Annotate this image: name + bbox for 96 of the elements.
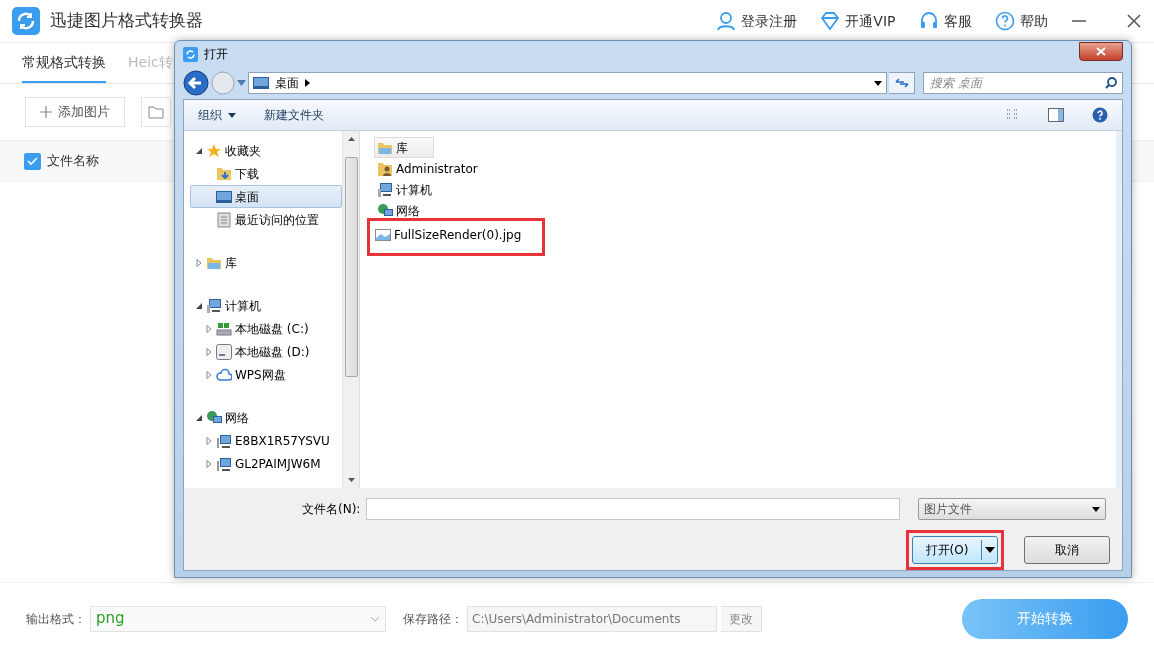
headset-icon	[918, 11, 939, 31]
format-label: 输出格式：	[26, 610, 86, 628]
nav-item[interactable]: 桌面	[190, 185, 342, 208]
folder-icon	[148, 105, 164, 119]
nav-item[interactable]: GL2PAIMJW6M	[190, 452, 342, 475]
close-icon[interactable]	[1126, 13, 1142, 29]
user-icon	[716, 11, 737, 31]
computer-icon	[216, 432, 232, 449]
cancel-button[interactable]: 取消	[1024, 536, 1110, 564]
nav-item[interactable]: E8BX1R57YSVU	[190, 429, 342, 452]
collapsed-arrow-icon[interactable]	[205, 436, 213, 445]
dropdown-icon	[1092, 506, 1101, 512]
open-button[interactable]: 打开(O)	[912, 536, 998, 564]
nav-item[interactable]: 最近访问的位置	[190, 208, 342, 231]
expanded-arrow-icon[interactable]	[195, 146, 203, 155]
chevron-right-icon	[305, 79, 310, 87]
header-link[interactable]: 开通VIP	[820, 10, 896, 32]
nav-item[interactable]: 本地磁盘 (C:)	[190, 317, 342, 340]
help-icon	[994, 11, 1015, 31]
collapsed-arrow-icon[interactable]	[205, 370, 213, 379]
file-item[interactable]: 库	[374, 137, 434, 158]
computer-icon	[377, 181, 393, 198]
nav-item[interactable]: 库	[190, 251, 342, 274]
desktop-icon	[253, 77, 269, 89]
cloud-icon	[216, 366, 232, 383]
file-type-select[interactable]: 图片文件	[918, 498, 1107, 520]
refresh-icon	[894, 77, 909, 89]
caret-icon	[228, 112, 236, 118]
chevron-down-icon	[370, 615, 380, 622]
nav-item[interactable]: 收藏夹	[190, 139, 342, 162]
checkmark-icon	[27, 156, 38, 166]
computer-icon	[216, 455, 232, 472]
tab[interactable]: 常规格式转换	[22, 43, 106, 83]
star-icon	[206, 142, 222, 159]
save-path-label: 保存路径：	[403, 610, 463, 628]
nav-item[interactable]: 本地磁盘 (D:)	[190, 340, 342, 363]
breadcrumb[interactable]: 桌面	[275, 74, 299, 92]
diamond-icon	[820, 11, 841, 31]
expanded-arrow-icon[interactable]	[195, 413, 203, 422]
file-type-value: 图片文件	[924, 501, 973, 518]
dropdown-icon	[981, 537, 997, 563]
close-button[interactable]	[1079, 41, 1123, 61]
desktop-icon	[216, 188, 232, 205]
header-link[interactable]: 客服	[918, 10, 972, 32]
column-header: 文件名称	[47, 152, 99, 171]
plus-icon	[40, 106, 52, 118]
file-item[interactable]: 计算机	[374, 179, 435, 200]
collapsed-arrow-icon[interactable]	[205, 459, 213, 468]
app-logo-icon	[12, 7, 40, 35]
refresh-button[interactable]	[889, 72, 915, 94]
view-icon[interactable]	[1006, 108, 1020, 122]
nav-item[interactable]: 计算机	[190, 294, 342, 317]
header-link[interactable]: 帮助	[994, 10, 1048, 32]
recent-places-icon	[216, 211, 232, 228]
file-item[interactable]: 网络	[374, 200, 423, 221]
computer-icon	[206, 297, 222, 314]
help-icon[interactable]	[1092, 107, 1108, 123]
drive-icon	[216, 343, 232, 360]
download-folder-icon	[216, 165, 232, 182]
dropdown-icon	[874, 80, 882, 86]
add-folder-button[interactable]	[141, 97, 171, 127]
scroll-down-icon	[347, 478, 355, 482]
file-item[interactable]: Administrator	[374, 158, 481, 179]
app-logo-icon	[183, 46, 198, 62]
change-button[interactable]: 更改	[721, 605, 762, 632]
preview-pane-icon[interactable]	[1048, 108, 1064, 122]
expanded-arrow-icon[interactable]	[195, 301, 203, 310]
new-folder-button[interactable]: 新建文件夹	[264, 106, 324, 124]
collapsed-arrow-icon[interactable]	[205, 347, 213, 356]
back-icon[interactable]	[183, 70, 209, 96]
image-file-icon	[375, 227, 391, 243]
filename-field[interactable]	[366, 498, 901, 520]
address-bar[interactable]: 桌面	[248, 72, 887, 94]
close-icon	[1096, 46, 1106, 56]
filename-label: 文件名(N):	[302, 501, 361, 518]
dialog-title: 打开	[204, 46, 228, 63]
nav-item[interactable]: WPS网盘	[190, 363, 342, 386]
select-all-checkbox[interactable]	[24, 152, 41, 170]
save-path-field[interactable]: C:\Users\Administrator\Documents	[467, 605, 717, 632]
collapsed-arrow-icon[interactable]	[195, 258, 203, 267]
format-value: png	[96, 608, 125, 630]
nav-item[interactable]: 下载	[190, 162, 342, 185]
header-link[interactable]: 登录注册	[716, 10, 798, 32]
scrollbar[interactable]	[342, 131, 359, 488]
dropdown-icon[interactable]	[237, 80, 246, 86]
organize-menu[interactable]: 组织	[198, 106, 236, 124]
network-icon	[377, 202, 393, 219]
file-item[interactable]: FullSizeRender(0).jpg	[370, 221, 543, 253]
user-folder-icon	[377, 160, 393, 177]
drive-icon	[216, 320, 232, 337]
app-title: 迅捷图片格式转换器	[50, 9, 203, 33]
network-icon	[206, 409, 222, 426]
nav-item[interactable]: 网络	[190, 406, 342, 429]
search-field[interactable]: 搜索 桌面	[923, 72, 1123, 94]
add-image-button[interactable]: 添加图片	[25, 97, 125, 127]
collapsed-arrow-icon[interactable]	[205, 324, 213, 333]
